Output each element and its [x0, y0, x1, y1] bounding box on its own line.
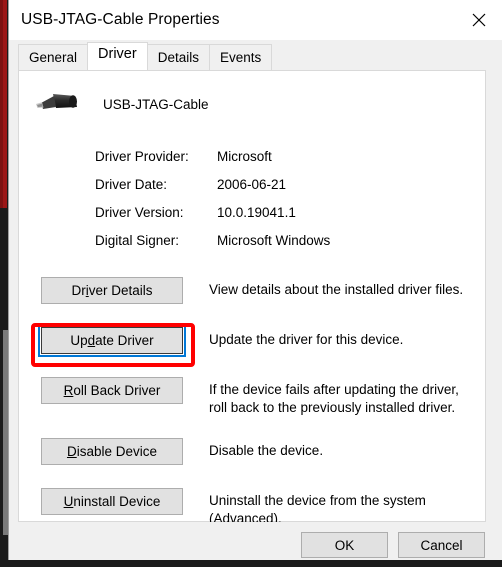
cancel-button[interactable]: Cancel	[398, 532, 485, 558]
driver-provider-label: Driver Provider:	[95, 149, 189, 164]
tab-details[interactable]: Details	[146, 44, 210, 71]
close-icon[interactable]	[456, 0, 502, 40]
disable-device-button[interactable]: Disable Device	[41, 438, 183, 465]
dialog-footer: OK Cancel	[9, 522, 502, 560]
digital-signer-value: Microsoft Windows	[217, 233, 331, 248]
driver-info-row: Digital Signer: Microsoft Windows	[95, 233, 330, 261]
disable-device-button-label: Disable Device	[66, 443, 158, 459]
driver-details-button-label: Driver Details	[71, 282, 153, 298]
roll-back-driver-description: If the device fails after updating the d…	[209, 382, 459, 415]
action-row-update-driver: Update Driver Update the driver for this…	[19, 324, 485, 357]
uninstall-device-button[interactable]: Uninstall Device	[41, 488, 183, 515]
window-title: USB-JTAG-Cable Properties	[21, 11, 220, 28]
ok-button[interactable]: OK	[301, 532, 388, 558]
driver-details-description: View details about the installed driver …	[209, 282, 464, 297]
roll-back-driver-button-label: Roll Back Driver	[63, 382, 161, 398]
title-bar: USB-JTAG-Cable Properties	[9, 0, 502, 40]
driver-provider-value: Microsoft	[217, 149, 272, 164]
uninstall-device-button-label: Uninstall Device	[63, 493, 161, 509]
action-row-roll-back-driver: Roll Back Driver If the device fails aft…	[19, 377, 485, 417]
driver-version-value: 10.0.19041.1	[217, 205, 296, 220]
device-properties-dialog: USB-JTAG-Cable Properties General Driver…	[8, 0, 502, 560]
action-row-disable-device: Disable Device Disable the device.	[19, 438, 485, 465]
roll-back-driver-button[interactable]: Roll Back Driver	[41, 377, 183, 404]
tab-strip: General Driver Details Events	[9, 40, 502, 71]
driver-tab-panel: USB-JTAG-Cable Driver Provider: Microsof…	[18, 70, 486, 526]
update-driver-description: Update the driver for this device.	[209, 332, 404, 347]
tab-general[interactable]: General	[18, 44, 89, 71]
driver-date-value: 2006-06-21	[217, 177, 287, 192]
driver-info-table: Driver Provider: Microsoft Driver Date: …	[95, 149, 330, 261]
driver-info-row: Driver Date: 2006-06-21	[95, 177, 330, 205]
tab-driver[interactable]: Driver	[87, 42, 148, 70]
backdrop-red-strip-dark	[0, 0, 3, 208]
update-driver-button-label: Update Driver	[70, 332, 154, 348]
driver-info-row: Driver Version: 10.0.19041.1	[95, 205, 330, 233]
driver-date-label: Driver Date:	[95, 177, 168, 192]
driver-version-label: Driver Version:	[95, 205, 184, 220]
device-name: USB-JTAG-Cable	[103, 96, 209, 112]
device-header: USB-JTAG-Cable	[33, 87, 209, 121]
update-driver-button[interactable]: Update Driver	[38, 324, 186, 357]
digital-signer-label: Digital Signer:	[95, 233, 180, 248]
disable-device-description: Disable the device.	[209, 443, 324, 458]
action-row-driver-details: Driver Details View details about the in…	[19, 277, 485, 304]
driver-details-button[interactable]: Driver Details	[41, 277, 183, 304]
driver-actions: Driver Details View details about the in…	[19, 277, 485, 528]
usb-plug-icon	[33, 87, 81, 121]
tab-events[interactable]: Events	[208, 44, 273, 71]
driver-info-row: Driver Provider: Microsoft	[95, 149, 330, 177]
